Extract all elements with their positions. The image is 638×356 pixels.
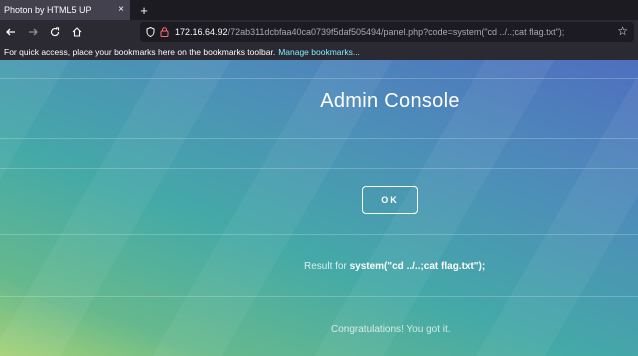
divider <box>0 138 638 139</box>
nav-bar: 172.16.64.92/72ab311dcbfaa40ca0739f5daf5… <box>0 20 638 44</box>
congrats-message: Congratulations! You got it. <box>331 324 451 335</box>
close-icon[interactable]: × <box>118 3 124 17</box>
bookmarks-toolbar: For quick access, place your bookmarks h… <box>0 44 638 60</box>
home-button[interactable] <box>66 21 88 43</box>
ok-button[interactable]: OK <box>362 186 418 214</box>
page-title: Admin Console <box>320 90 460 112</box>
bookmarks-hint: For quick access, place your bookmarks h… <box>4 47 276 57</box>
lock-icon <box>160 27 169 37</box>
divider <box>0 296 638 297</box>
url-host: 172.16.64.92 <box>175 27 228 37</box>
manage-bookmarks-link[interactable]: Manage bookmarks... <box>278 47 360 57</box>
reload-icon <box>50 27 60 37</box>
result-line: Result for system("cd ../..;cat flag.txt… <box>304 261 485 272</box>
divider <box>0 168 638 169</box>
url-bar[interactable]: 172.16.64.92/72ab311dcbfaa40ca0739f5daf5… <box>140 22 634 42</box>
back-arrow-icon <box>6 28 15 36</box>
reload-button[interactable] <box>44 21 66 43</box>
tab-photon[interactable]: Photon by HTML5 UP × <box>0 0 130 20</box>
result-prefix: Result for <box>304 261 347 272</box>
forward-button[interactable] <box>22 21 44 43</box>
back-button[interactable] <box>0 21 22 43</box>
page-content: Admin Console OK Result for system("cd .… <box>0 60 638 356</box>
url-path: /72ab311dcbfaa40ca0739f5daf505494/panel.… <box>227 27 565 37</box>
tab-title: Photon by HTML5 UP <box>4 5 92 15</box>
forward-arrow-icon <box>29 28 38 36</box>
divider <box>0 78 638 79</box>
new-tab-button[interactable]: + <box>134 0 154 20</box>
bookmark-star-icon[interactable]: ☆ <box>617 24 628 38</box>
shield-icon <box>146 27 155 37</box>
home-icon <box>72 27 82 37</box>
result-command: system("cd ../..;cat flag.txt"); <box>349 261 486 272</box>
divider <box>0 234 638 235</box>
url-text[interactable]: 172.16.64.92/72ab311dcbfaa40ca0739f5daf5… <box>175 27 564 37</box>
tab-strip: Photon by HTML5 UP × + <box>0 0 638 20</box>
